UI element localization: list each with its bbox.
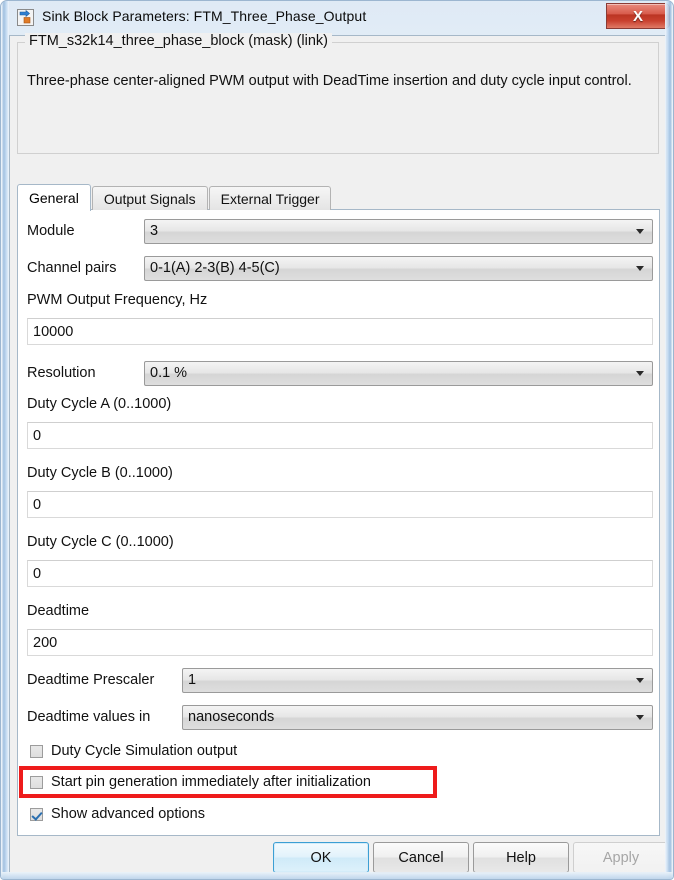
deadtime-label: Deadtime (27, 603, 90, 619)
checkbox-duty-cycle-simulation-output-label: Duty Cycle Simulation output (51, 743, 238, 759)
channel-pairs-value: 0-1(A) 2-3(B) 4-5(C) (150, 260, 280, 276)
pwm-frequency-value: 10000 (33, 323, 74, 340)
checkbox-checked-icon (30, 807, 43, 821)
pwm-frequency-label: PWM Output Frequency, Hz (27, 292, 208, 308)
title-bar: Sink Block Parameters: FTM_Three_Phase_O… (1, 1, 673, 35)
deadtime-values-in-dropdown[interactable]: nanoseconds (182, 704, 653, 730)
help-button[interactable]: Help (473, 842, 569, 873)
tab-strip: General Output Signals External Trigger (17, 183, 332, 211)
duty-cycle-c-value: 0 (33, 565, 42, 582)
simulink-block-icon (17, 9, 34, 26)
duty-cycle-b-value: 0 (33, 496, 42, 513)
resolution-label: Resolution (27, 365, 96, 381)
checkbox-show-advanced-options[interactable]: Show advanced options (30, 803, 205, 825)
tab-external-trigger-label: External Trigger (220, 190, 320, 207)
dialog-window: Sink Block Parameters: FTM_Three_Phase_O… (0, 0, 674, 880)
resolution-dropdown[interactable]: 0.1 % (144, 360, 653, 386)
module-dropdown[interactable]: 3 (144, 218, 653, 244)
field-resolution: Resolution 0.1 % (27, 360, 653, 386)
tab-output-signals[interactable]: Output Signals (91, 186, 208, 210)
duty-cycle-c-input[interactable]: 0 (27, 560, 653, 587)
duty-cycle-c-label: Duty Cycle C (0..1000) (27, 534, 174, 550)
checkbox-duty-cycle-simulation-output[interactable]: Duty Cycle Simulation output (30, 740, 237, 762)
duty-cycle-b-input[interactable]: 0 (27, 491, 653, 518)
duty-cycle-b-label: Duty Cycle B (0..1000) (27, 465, 173, 481)
deadtime-prescaler-dropdown[interactable]: 1 (182, 667, 653, 693)
duty-cycle-a-value: 0 (33, 427, 42, 444)
tab-general[interactable]: General (17, 184, 91, 211)
checkbox-icon (30, 775, 43, 789)
checkbox-show-advanced-options-label: Show advanced options (51, 806, 205, 822)
checkbox-icon (30, 744, 43, 758)
ok-button[interactable]: OK (273, 842, 369, 873)
pwm-frequency-input[interactable]: 10000 (27, 318, 653, 345)
chevron-down-icon (636, 715, 644, 720)
field-channel-pairs: Channel pairs 0-1(A) 2-3(B) 4-5(C) (27, 255, 653, 281)
window-border-left (1, 1, 9, 879)
checkbox-start-pin-generation[interactable]: Start pin generation immediately after i… (30, 771, 371, 793)
mask-description-group: FTM_s32k14_three_phase_block (mask) (lin… (17, 33, 659, 154)
mask-block-name: FTM_s32k14_three_phase_block (mask) (lin… (25, 33, 332, 49)
close-icon: X (632, 7, 643, 25)
chevron-down-icon (636, 229, 644, 234)
field-deadtime-prescaler: Deadtime Prescaler 1 (27, 667, 653, 693)
chevron-down-icon (636, 266, 644, 271)
field-deadtime-values-in: Deadtime values in nanoseconds (27, 704, 653, 730)
help-button-label: Help (506, 849, 536, 866)
apply-button-label: Apply (602, 849, 640, 866)
tab-panel-general: Module 3 Channel pairs 0-1(A) 2-3(B) 4-5… (17, 209, 660, 836)
deadtime-prescaler-value: 1 (188, 672, 197, 688)
duty-cycle-a-input[interactable]: 0 (27, 422, 653, 449)
deadtime-prescaler-label: Deadtime Prescaler (27, 672, 155, 688)
deadtime-value: 200 (33, 634, 58, 651)
chevron-down-icon (636, 371, 644, 376)
ok-button-label: OK (310, 849, 332, 866)
duty-cycle-a-label: Duty Cycle A (0..1000) (27, 396, 172, 412)
field-module: Module 3 (27, 218, 653, 244)
close-button[interactable]: X (606, 3, 670, 29)
channel-pairs-label: Channel pairs (27, 260, 117, 276)
module-label: Module (27, 223, 75, 239)
chevron-down-icon (636, 678, 644, 683)
dialog-button-bar: OK Cancel Help Apply (10, 842, 669, 874)
resolution-value: 0.1 % (150, 365, 188, 381)
channel-pairs-dropdown[interactable]: 0-1(A) 2-3(B) 4-5(C) (144, 255, 653, 281)
tab-external-trigger[interactable]: External Trigger (208, 186, 332, 210)
mask-description-text: Three-phase center-aligned PWM output wi… (27, 73, 632, 89)
deadtime-values-in-value: nanoseconds (188, 709, 275, 725)
dialog-client-area: FTM_s32k14_three_phase_block (mask) (lin… (9, 33, 669, 874)
window-title: Sink Block Parameters: FTM_Three_Phase_O… (42, 8, 367, 24)
cancel-button-label: Cancel (398, 849, 444, 866)
deadtime-input[interactable]: 200 (27, 629, 653, 656)
module-value: 3 (150, 223, 159, 239)
cancel-button[interactable]: Cancel (373, 842, 469, 873)
checkbox-start-pin-generation-label: Start pin generation immediately after i… (51, 774, 371, 790)
apply-button: Apply (573, 842, 669, 873)
tab-output-signals-label: Output Signals (103, 190, 196, 207)
tab-general-label: General (29, 190, 79, 206)
deadtime-values-in-label: Deadtime values in (27, 709, 151, 725)
